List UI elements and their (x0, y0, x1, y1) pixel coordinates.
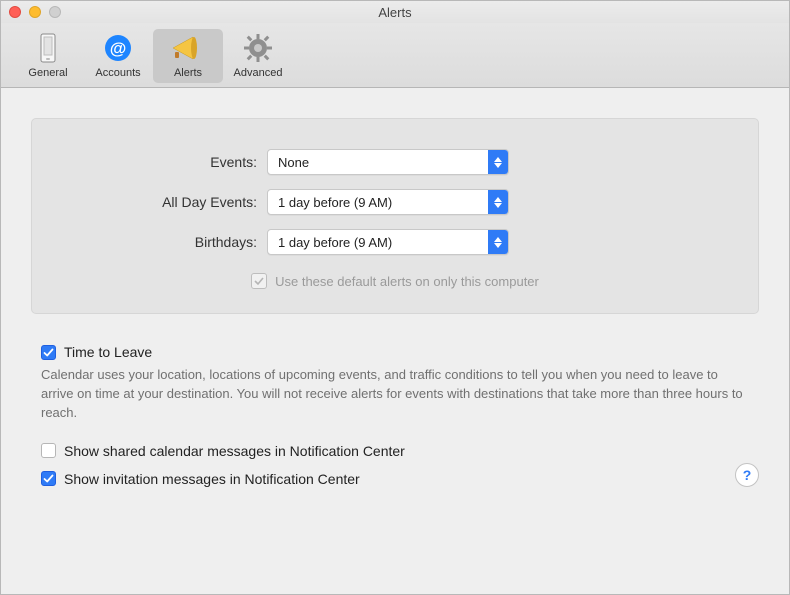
shared-messages-checkbox[interactable] (41, 443, 56, 458)
birthdays-label: Birthdays: (92, 234, 267, 250)
tab-alerts-label: Alerts (153, 67, 223, 79)
time-to-leave-checkbox[interactable] (41, 345, 56, 360)
tab-advanced-label: Advanced (223, 67, 293, 79)
tab-accounts-label: Accounts (83, 67, 153, 79)
all-day-events-popup[interactable]: 1 day before (9 AM) (267, 189, 509, 215)
chevron-up-down-icon (488, 150, 508, 174)
all-day-events-label: All Day Events: (92, 194, 267, 210)
alerts-icon (153, 31, 223, 65)
content-area: Events: None All Day Events: 1 day befor… (1, 88, 789, 594)
row-birthdays: Birthdays: 1 day before (9 AM) (92, 229, 698, 255)
zoom-window-button (49, 6, 61, 18)
svg-text:@: @ (110, 39, 127, 58)
shared-messages-row: Show shared calendar messages in Notific… (41, 443, 749, 459)
toolbar: General @ Accounts Alerts (1, 23, 789, 88)
preferences-window: Alerts General @ Accounts (0, 0, 790, 595)
default-alerts-panel: Events: None All Day Events: 1 day befor… (31, 118, 759, 314)
minimize-window-button[interactable] (29, 6, 41, 18)
events-popup-value: None (268, 155, 488, 170)
help-button[interactable]: ? (735, 463, 759, 487)
tab-alerts[interactable]: Alerts (153, 29, 223, 83)
invitation-messages-row: Show invitation messages in Notification… (41, 471, 749, 487)
help-icon: ? (743, 467, 752, 483)
tab-general-label: General (13, 67, 83, 79)
invitation-messages-label: Show invitation messages in Notification… (64, 471, 360, 487)
window-title: Alerts (1, 5, 789, 20)
time-to-leave-label: Time to Leave (64, 344, 152, 360)
time-to-leave-row: Time to Leave (41, 344, 749, 360)
window-controls (9, 6, 61, 18)
accounts-icon: @ (83, 31, 153, 65)
general-icon (13, 31, 83, 65)
tab-general[interactable]: General (13, 29, 83, 83)
row-events: Events: None (92, 149, 698, 175)
lower-options: Time to Leave Calendar uses your locatio… (31, 314, 759, 487)
advanced-icon (223, 31, 293, 65)
shared-messages-label: Show shared calendar messages in Notific… (64, 443, 405, 459)
use-default-alerts-row: Use these default alerts on only this co… (92, 273, 698, 289)
birthdays-popup[interactable]: 1 day before (9 AM) (267, 229, 509, 255)
titlebar: Alerts (1, 1, 789, 23)
events-label: Events: (92, 154, 267, 170)
all-day-events-popup-value: 1 day before (9 AM) (268, 195, 488, 210)
events-popup[interactable]: None (267, 149, 509, 175)
invitation-messages-checkbox[interactable] (41, 471, 56, 486)
time-to-leave-description: Calendar uses your location, locations o… (41, 366, 749, 423)
use-default-alerts-label: Use these default alerts on only this co… (275, 274, 539, 289)
tab-accounts[interactable]: @ Accounts (83, 29, 153, 83)
close-window-button[interactable] (9, 6, 21, 18)
row-all-day-events: All Day Events: 1 day before (9 AM) (92, 189, 698, 215)
tab-advanced[interactable]: Advanced (223, 29, 293, 83)
use-default-alerts-checkbox (251, 273, 267, 289)
chevron-up-down-icon (488, 230, 508, 254)
chevron-up-down-icon (488, 190, 508, 214)
birthdays-popup-value: 1 day before (9 AM) (268, 235, 488, 250)
